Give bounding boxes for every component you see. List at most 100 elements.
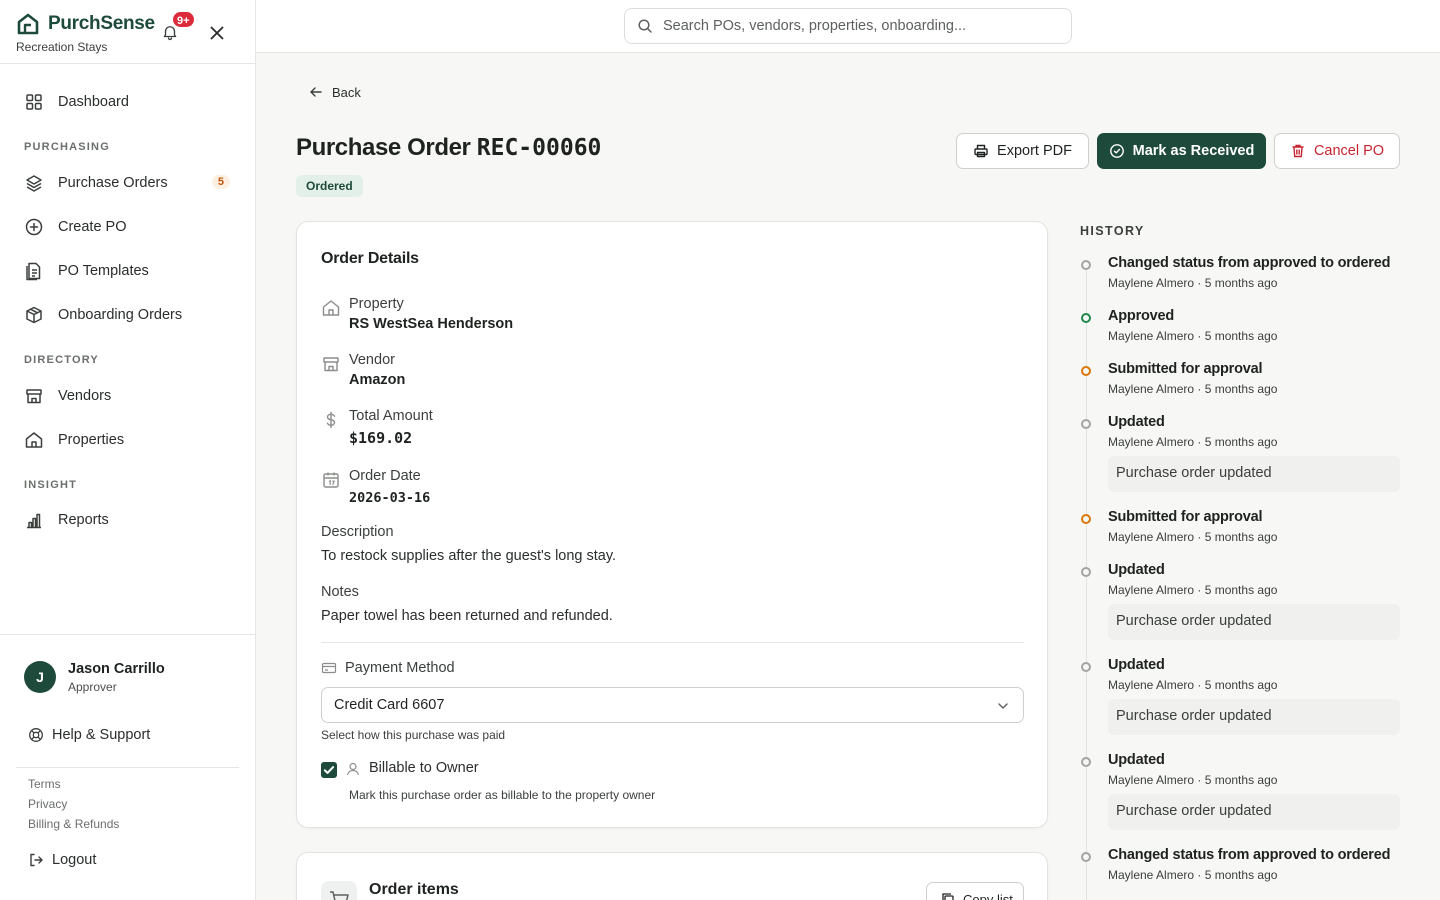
home-icon xyxy=(25,432,43,448)
trash-icon xyxy=(1292,144,1304,158)
divider xyxy=(16,767,239,768)
received-label: Mark as Received xyxy=(1132,143,1255,159)
export-label: Export PDF xyxy=(997,143,1072,159)
home-icon xyxy=(322,300,340,316)
search-icon xyxy=(638,19,652,33)
user-role: Approver xyxy=(68,680,117,694)
template-icon xyxy=(26,262,41,281)
check-icon xyxy=(323,766,335,774)
history-meta: Maylene Almero · 5 months ago xyxy=(1108,583,1278,597)
order-items-card: Order items Copy list xyxy=(296,852,1048,900)
terms-link[interactable]: Terms xyxy=(28,777,61,791)
back-link[interactable]: Back xyxy=(308,84,361,100)
history-meta: Maylene Almero · 5 months ago xyxy=(1108,678,1278,692)
search-input[interactable] xyxy=(663,18,1063,34)
copy-list-button[interactable]: Copy list xyxy=(926,882,1024,900)
nav-label: Vendors xyxy=(58,388,112,404)
nav-reports[interactable]: Reports xyxy=(16,502,240,538)
payment-value: Credit Card 6607 xyxy=(334,697,445,713)
copy-icon xyxy=(942,893,954,900)
history-note: Purchase order updated xyxy=(1108,456,1400,492)
nav-label: Create PO xyxy=(58,219,127,235)
cancel-po-button[interactable]: Cancel PO xyxy=(1274,133,1400,169)
po-number: REC-00060 xyxy=(476,135,602,161)
sidebar: PurchSense Recreation Stays 9+ Dashboard… xyxy=(0,0,256,900)
divider xyxy=(321,642,1024,643)
payment-label: Payment Method xyxy=(345,660,455,676)
cart-icon-wrap xyxy=(321,881,357,900)
history-meta: Maylene Almero · 5 months ago xyxy=(1108,773,1278,787)
history-title: Approved xyxy=(1108,308,1175,324)
billable-checkbox[interactable] xyxy=(321,762,337,778)
search-box[interactable] xyxy=(624,8,1072,44)
help-label: Help & Support xyxy=(52,727,151,743)
notes-value: Paper towel has been returned and refund… xyxy=(321,608,613,624)
lifebuoy-icon xyxy=(29,728,43,742)
layers-icon xyxy=(26,175,42,192)
privacy-link[interactable]: Privacy xyxy=(28,797,67,811)
nav-onboarding-orders[interactable]: Onboarding Orders xyxy=(16,297,240,333)
nav-vendors[interactable]: Vendors xyxy=(16,378,240,414)
export-pdf-button[interactable]: Export PDF xyxy=(956,133,1089,169)
history-meta: Maylene Almero · 5 months ago xyxy=(1108,382,1278,396)
nav-label: Reports xyxy=(58,512,109,528)
description-value: To restock supplies after the guest's lo… xyxy=(321,548,617,564)
payment-method-select[interactable]: Credit Card 6607 xyxy=(321,687,1024,723)
timeline-dot xyxy=(1081,662,1091,672)
timeline-dot xyxy=(1081,260,1091,270)
history-title: Updated xyxy=(1108,752,1165,768)
card-title: Order Details xyxy=(321,250,419,267)
history-title: Submitted for approval xyxy=(1108,509,1263,525)
timeline-dot xyxy=(1081,852,1091,862)
brand-name: PurchSense xyxy=(48,13,155,34)
help-support-link[interactable]: Help & Support xyxy=(28,727,150,743)
nav-purchase-orders[interactable]: Purchase Orders 5 xyxy=(16,165,240,201)
timeline-dot xyxy=(1081,567,1091,577)
history-title: Changed status from approved to ordered xyxy=(1108,255,1391,271)
brand-subtitle: Recreation Stays xyxy=(16,40,108,54)
nav-create-po[interactable]: Create PO xyxy=(16,209,240,245)
history-title: Updated xyxy=(1108,414,1165,430)
nav-label: Onboarding Orders xyxy=(58,307,183,323)
calendar-icon xyxy=(323,472,339,488)
divider xyxy=(0,63,256,64)
divider xyxy=(0,634,256,635)
notes-label: Notes xyxy=(321,584,359,600)
history-meta: Maylene Almero · 5 months ago xyxy=(1108,530,1278,544)
items-title: Order items xyxy=(369,881,459,898)
nav-po-templates[interactable]: PO Templates xyxy=(16,253,240,289)
date-value: 2026-03-16 xyxy=(349,490,431,506)
section-insight: INSIGHT xyxy=(24,479,78,491)
nav-properties[interactable]: Properties xyxy=(16,422,240,458)
mark-received-button[interactable]: Mark as Received xyxy=(1097,133,1266,169)
count-badge: 5 xyxy=(211,175,230,189)
nav-label: PO Templates xyxy=(58,263,149,279)
cancel-label: Cancel PO xyxy=(1313,143,1385,159)
close-icon[interactable] xyxy=(206,22,228,44)
history-title: Updated xyxy=(1108,657,1165,673)
total-value: $169.02 xyxy=(349,429,413,447)
description-label: Description xyxy=(321,524,394,540)
store-icon xyxy=(26,389,42,404)
history-heading: HISTORY xyxy=(1080,224,1145,238)
billing-link[interactable]: Billing & Refunds xyxy=(28,817,119,831)
arrow-left-icon xyxy=(310,87,322,97)
brand: PurchSense Recreation Stays 9+ xyxy=(16,10,240,60)
nav-dashboard[interactable]: Dashboard xyxy=(16,84,240,120)
nav-label: Properties xyxy=(58,432,125,448)
credit-card-icon xyxy=(321,662,337,674)
bar-chart-icon xyxy=(27,513,41,529)
logout-button[interactable]: Logout xyxy=(28,852,96,868)
notification-badge: 9+ xyxy=(171,10,196,29)
history-note: Purchase order updated xyxy=(1108,794,1400,830)
avatar[interactable]: J xyxy=(24,661,56,693)
nav-label: Purchase Orders xyxy=(58,175,168,191)
vendor-label: Vendor xyxy=(349,352,395,368)
billable-help: Mark this purchase order as billable to … xyxy=(349,788,656,802)
history-title: Changed status from approved to ordered xyxy=(1108,847,1391,863)
plus-circle-icon xyxy=(25,218,43,236)
dashboard-icon xyxy=(26,94,42,110)
timeline-dot xyxy=(1081,366,1091,376)
page-title: Purchase Order REC-00060 xyxy=(296,134,601,162)
timeline-line xyxy=(1086,262,1087,900)
